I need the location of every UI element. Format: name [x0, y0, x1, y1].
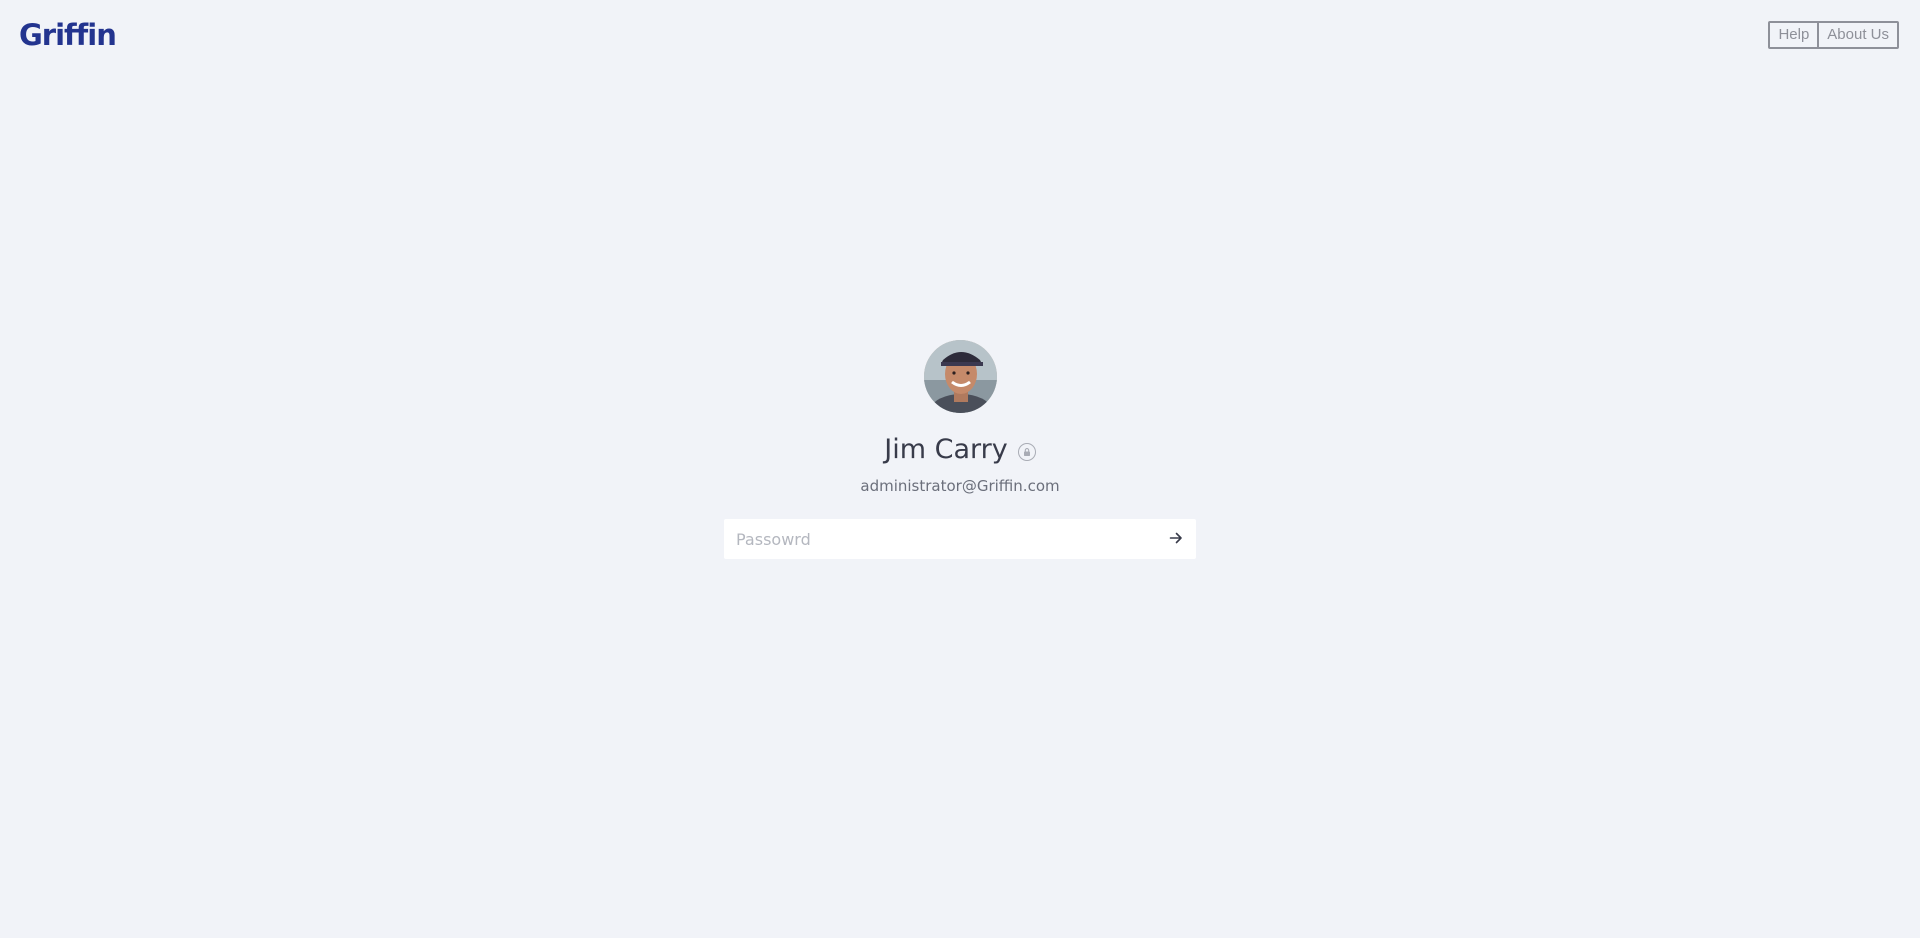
griffin-logo[interactable]: Griffin	[19, 18, 117, 52]
user-name-row: Jim Carry	[884, 431, 1036, 467]
lock-icon	[1017, 443, 1036, 461]
unlock-submit-button[interactable]	[1156, 519, 1196, 559]
arrow-right-icon	[1168, 530, 1184, 549]
help-button[interactable]: Help	[1770, 23, 1817, 47]
top-nav: Help About Us	[1768, 21, 1899, 49]
user-email: administrator@Griffin.com	[860, 477, 1060, 495]
password-field	[724, 519, 1196, 559]
password-input[interactable]	[724, 519, 1156, 559]
user-name: Jim Carry	[884, 433, 1008, 465]
lock-screen-page: Griffin Help About Us Jim Carry administ…	[0, 0, 1920, 938]
avatar	[923, 340, 997, 413]
about-us-button[interactable]: About Us	[1817, 23, 1897, 47]
lock-screen-panel: Jim Carry administrator@Griffin.com	[0, 340, 1920, 559]
